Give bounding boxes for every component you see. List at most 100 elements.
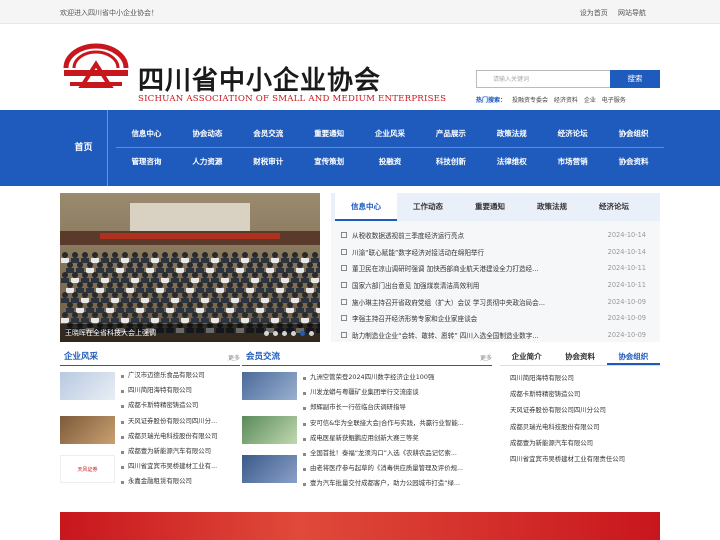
org-item[interactable]: 四川简阳海特有限公司	[500, 370, 660, 386]
association-logo-icon[interactable]	[60, 38, 132, 92]
jiaoliu-item[interactable]: 成电医星新获鲲鹏应用创新大赛三等奖	[302, 433, 492, 448]
fengcai-thumb-1[interactable]	[60, 372, 115, 400]
hot-search-item[interactable]: 投融资专委会	[512, 97, 548, 104]
news-item[interactable]: 李强主持召开经济形势专家和企业家座谈会 2024-10-09	[341, 310, 646, 327]
crowd-body	[301, 318, 309, 323]
site-nav-link[interactable]: 网站导航	[618, 9, 646, 17]
set-homepage-link[interactable]: 设为首页	[580, 9, 608, 17]
news-title[interactable]: 董卫民在凉山调研时强调 加快西部商业航天港建设全力打造经...	[352, 263, 600, 273]
jiaoliu-item[interactable]: 九洲空管荣登2024四川数字经济企业100强	[302, 372, 492, 387]
nav-item[interactable]: 产品展示	[420, 120, 481, 147]
hot-search: 热门搜索： 投融资专委会 经济资料 企业 电子服务	[476, 95, 626, 104]
nav-home[interactable]: 首页	[60, 110, 108, 186]
org-item[interactable]: 成都贝瑞光电科技股份有限公司	[500, 419, 660, 435]
nav-item[interactable]: 法律维权	[481, 148, 542, 176]
jiaoliu-item[interactable]: 由老将医疗参与起草的《消毒供应质量管理及评价规...	[302, 463, 492, 478]
fengcai-item[interactable]: 永嘉金融租赁有限公司	[120, 476, 238, 491]
slider-dot[interactable]	[291, 331, 296, 336]
jiaoliu-thumb-1[interactable]	[242, 372, 297, 400]
fengcai-item[interactable]: 天风证券股份有限公司四川分...	[120, 416, 238, 431]
jiaoliu-more-link[interactable]: 更多	[480, 353, 492, 362]
crowd-body	[221, 258, 229, 263]
jiaoliu-item[interactable]: 川发龙蟒与粤疆矿业集团举行交流座谈	[302, 387, 492, 402]
crowd-head	[127, 302, 133, 308]
news-item[interactable]: 从税收数据透视前三季度经济运行亮点 2024-10-14	[341, 227, 646, 244]
nav-item[interactable]: 财税审计	[238, 148, 299, 176]
news-tab[interactable]: 重要通知	[459, 193, 521, 221]
nav-item[interactable]: 重要通知	[299, 120, 360, 147]
jiaoliu-item[interactable]: 安可信&华为全联接大会|合作与实践，共赢行业智能...	[302, 418, 492, 433]
crowd-body	[211, 318, 219, 323]
nav-item[interactable]: 投融资	[360, 148, 421, 176]
fengcai-item[interactable]: 成都贝瑞光电科技股份有限公司	[120, 431, 238, 446]
bottom-banner[interactable]	[60, 512, 660, 540]
nav-item[interactable]: 信息中心	[116, 120, 177, 147]
nav-item[interactable]: 协会资料	[603, 148, 664, 176]
nav-item[interactable]: 企业风采	[360, 120, 421, 147]
news-item[interactable]: 助力制造业企业“会转、敢转、愿转” 四川入选全国制造业数字... 2024-10-…	[341, 327, 646, 344]
news-tab[interactable]: 信息中心	[335, 193, 397, 221]
search-input[interactable]: 请输入关键词	[476, 70, 610, 88]
nav-item[interactable]: 科技创新	[420, 148, 481, 176]
news-item[interactable]: 川渝“联心赋能”数字经济对接活动在绵阳举行 2024-10-14	[341, 244, 646, 261]
org-tab[interactable]: 协会资料	[553, 348, 606, 365]
fengcai-item[interactable]: 广汉市迈德乐食品有限公司	[120, 370, 238, 385]
news-title[interactable]: 助力制造业企业“会转、敢转、愿转” 四川入选全国制造业数字...	[352, 330, 600, 340]
org-tab[interactable]: 企业简介	[500, 348, 553, 365]
nav-item[interactable]: 宣传策划	[299, 148, 360, 176]
news-tab[interactable]: 工作动态	[397, 193, 459, 221]
org-item[interactable]: 四川省宜宾市吴桥建材工业有限责任公司	[500, 451, 660, 467]
news-item[interactable]: 董卫民在凉山调研时强调 加快西部商业航天港建设全力打造经... 2024-10-1…	[341, 260, 646, 277]
fengcai-thumb-3[interactable]: 天风证券	[60, 455, 115, 483]
fengcai-item[interactable]: 四川简阳海特有限公司	[120, 385, 238, 400]
hot-search-item[interactable]: 电子服务	[602, 97, 626, 104]
fengcai-item[interactable]: 四川省宜宾市吴桥建材工业有...	[120, 461, 238, 476]
nav-item[interactable]: 政策法规	[481, 120, 542, 147]
nav-item[interactable]: 协会动态	[177, 120, 238, 147]
jiaoliu-item[interactable]: 郑辉副市长一行莅临台庆调研指导	[302, 402, 492, 417]
org-item[interactable]: 成都卡斯特精密铸造公司	[500, 386, 660, 402]
news-tab[interactable]: 政策法规	[521, 193, 583, 221]
crowd-head	[82, 292, 88, 298]
hot-search-item[interactable]: 经济资料	[554, 97, 578, 104]
crowd-body	[251, 318, 259, 323]
org-item[interactable]: 成都壹为新能源汽车有限公司	[500, 435, 660, 451]
crowd-body	[231, 258, 239, 263]
fengcai-more-link[interactable]: 更多	[228, 353, 240, 362]
news-title[interactable]: 李强主持召开经济形势专家和企业家座谈会	[352, 313, 600, 323]
slider-dot[interactable]	[273, 331, 278, 336]
news-title[interactable]: 从税收数据透视前三季度经济运行亮点	[352, 230, 600, 240]
nav-item[interactable]: 市场营销	[542, 148, 603, 176]
hot-search-item[interactable]: 企业	[584, 97, 596, 104]
news-title[interactable]: 国家六部门出台意见 加强煤炭清洁高效利用	[352, 280, 600, 290]
crowd-body	[111, 298, 119, 303]
nav-item[interactable]: 人力资源	[177, 148, 238, 176]
jiaoliu-item[interactable]: 全国首批！泰福“龙须沟口”入选《农耕农品记忆索...	[302, 448, 492, 463]
news-title[interactable]: 施小琳主持召开省政府党组（扩大）会议 学习贯彻中央政治局会...	[352, 297, 600, 307]
jiaoliu-thumb-2[interactable]	[242, 416, 297, 444]
news-item[interactable]: 国家六部门出台意见 加强煤炭清洁高效利用 2024-10-11	[341, 277, 646, 294]
news-tab[interactable]: 经济论坛	[583, 193, 645, 221]
search-button[interactable]: 搜索	[610, 70, 660, 88]
jiaoliu-thumb-3[interactable]	[242, 455, 297, 483]
news-title[interactable]: 川渝“联心赋能”数字经济对接活动在绵阳举行	[352, 247, 600, 257]
fengcai-thumb-2[interactable]	[60, 416, 115, 444]
crowd-body	[301, 258, 309, 263]
nav-item[interactable]: 协会组织	[603, 120, 664, 147]
crowd-head	[267, 302, 273, 308]
fengcai-item[interactable]: 成都卡斯特精密铸造公司	[120, 400, 238, 415]
nav-item[interactable]: 经济论坛	[542, 120, 603, 147]
fengcai-item[interactable]: 成都壹为新能源汽车有限公司	[120, 446, 238, 461]
news-item[interactable]: 施小琳主持召开省政府党组（扩大）会议 学习贯彻中央政治局会... 2024-10-…	[341, 293, 646, 310]
slider-dot[interactable]	[264, 331, 269, 336]
org-tab[interactable]: 协会组织	[606, 348, 660, 365]
image-slider[interactable]: 王晓晖在全省科技大会上强调	[60, 193, 320, 342]
crowd-body	[121, 318, 129, 323]
nav-item[interactable]: 管理咨询	[116, 148, 177, 176]
slider-dot[interactable]	[300, 331, 305, 336]
jiaoliu-item[interactable]: 壹为汽车批量交付成都客户，助力公园城市打造“绿...	[302, 478, 492, 493]
org-item[interactable]: 天风证券股份有限公司四川分公司	[500, 402, 660, 418]
slider-dot[interactable]	[282, 331, 287, 336]
slider-dot[interactable]	[309, 331, 314, 336]
nav-item[interactable]: 会员交流	[238, 120, 299, 147]
